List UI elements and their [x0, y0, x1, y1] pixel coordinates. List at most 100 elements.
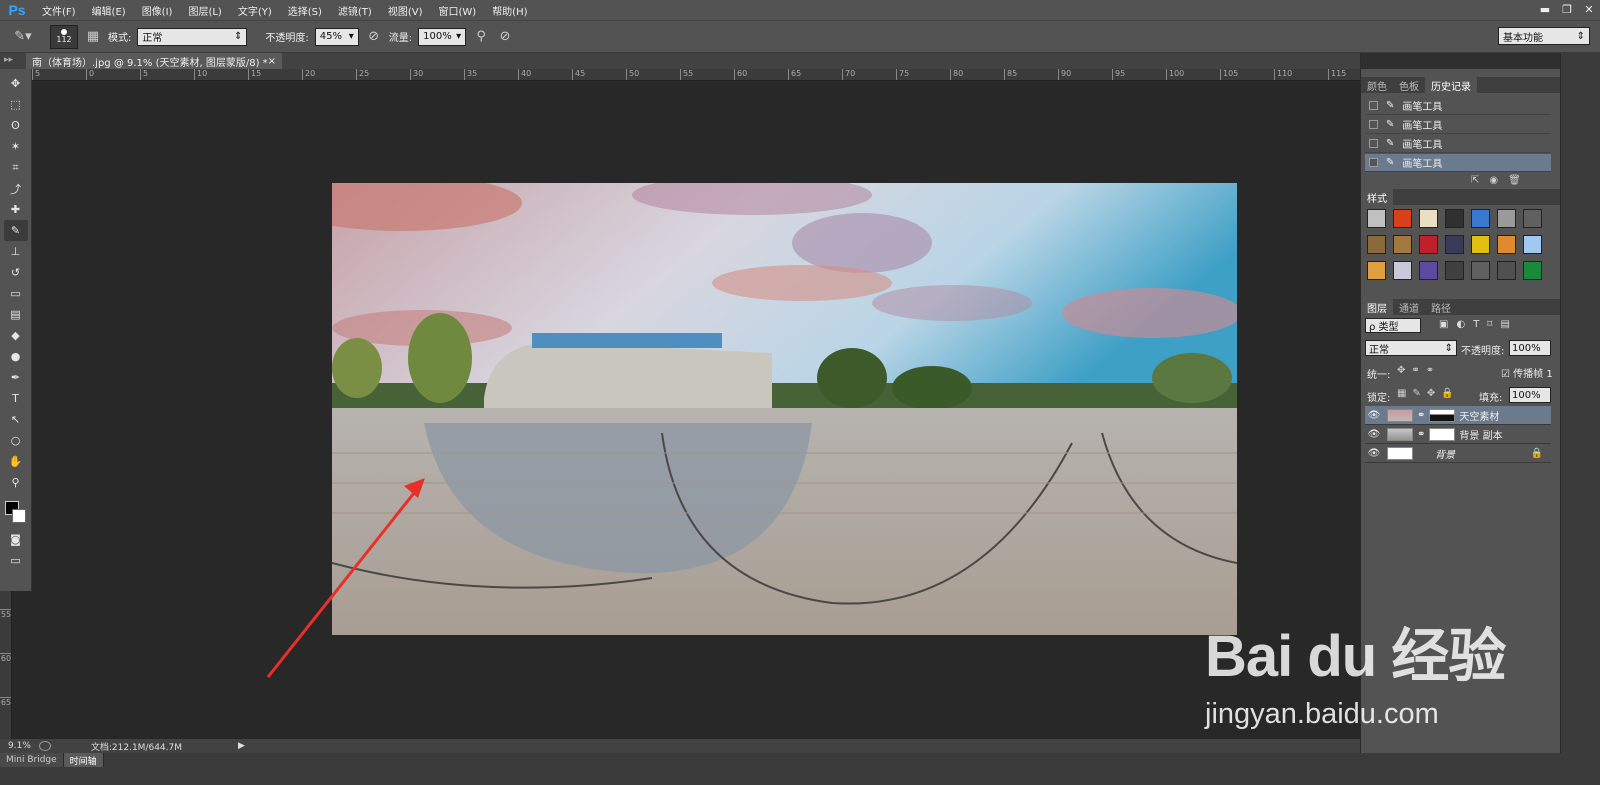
minimize-button[interactable]: ▬: [1534, 0, 1556, 18]
dodge-tool-icon[interactable]: ●: [4, 346, 28, 367]
history-item[interactable]: ✎ 画笔工具: [1365, 154, 1551, 172]
history-checkbox[interactable]: [1369, 101, 1378, 110]
style-swatch[interactable]: [1497, 261, 1516, 280]
style-swatch[interactable]: [1393, 261, 1412, 280]
blur-tool-icon[interactable]: ◆: [4, 325, 28, 346]
style-swatch[interactable]: [1523, 235, 1542, 254]
eye-icon[interactable]: 👁: [1365, 448, 1383, 459]
history-item[interactable]: ✎ 画笔工具: [1365, 97, 1551, 115]
menu-view[interactable]: 视图(V): [380, 3, 431, 18]
zoom-level[interactable]: 9.1%: [8, 741, 31, 751]
fill-field[interactable]: 100%: [1509, 387, 1551, 403]
style-swatch[interactable]: [1419, 209, 1438, 228]
shape-filter-icon[interactable]: ⌑: [1487, 319, 1492, 330]
menu-layer[interactable]: 图层(L): [180, 3, 229, 18]
menu-window[interactable]: 窗口(W): [430, 3, 484, 18]
camera-icon[interactable]: ◉: [1489, 175, 1498, 186]
pixel-filter-icon[interactable]: ▣: [1439, 319, 1448, 330]
restore-button[interactable]: ❐: [1556, 0, 1578, 18]
menu-edit[interactable]: 编辑(E): [84, 3, 134, 18]
shape-tool-icon[interactable]: ○: [4, 430, 28, 451]
airbrush-icon[interactable]: ⚲: [472, 28, 490, 46]
document-canvas[interactable]: [332, 183, 1237, 635]
style-swatch[interactable]: [1523, 261, 1542, 280]
tab-channels[interactable]: 通道: [1393, 299, 1425, 315]
brush-panel-toggle-icon[interactable]: ▦: [84, 28, 102, 46]
document-tab-close-icon[interactable]: ×: [268, 56, 276, 67]
pressure-size-icon[interactable]: ⊘: [496, 28, 514, 46]
style-swatch[interactable]: [1497, 209, 1516, 228]
new-doc-from-state-icon[interactable]: ⇱: [1471, 175, 1479, 186]
trash-icon[interactable]: 🗑: [1508, 175, 1521, 186]
tab-layers[interactable]: 图层: [1361, 299, 1393, 315]
magic-wand-tool-icon[interactable]: ✶: [4, 136, 28, 157]
style-swatch[interactable]: [1523, 209, 1542, 228]
style-swatch[interactable]: [1471, 261, 1490, 280]
flow-field[interactable]: 100% ▾: [418, 27, 467, 46]
tab-swatches[interactable]: 色板: [1393, 77, 1425, 93]
style-swatch[interactable]: [1393, 209, 1412, 228]
type-tool-icon[interactable]: T: [4, 388, 28, 409]
history-item[interactable]: ✎ 画笔工具: [1365, 116, 1551, 134]
brush-tool-icon[interactable]: ✎: [3, 220, 28, 241]
brush-preset-icon[interactable]: ✎▾: [14, 28, 32, 46]
smart-object-filter-icon[interactable]: ▤: [1500, 319, 1509, 330]
color-swatches[interactable]: [3, 499, 29, 529]
style-swatch[interactable]: [1367, 261, 1386, 280]
style-swatch[interactable]: [1445, 235, 1464, 254]
blend-mode-select[interactable]: 正常 ⇕: [1365, 340, 1457, 356]
menu-file[interactable]: 文件(F): [34, 3, 84, 18]
style-swatch[interactable]: [1471, 209, 1490, 228]
adjustment-filter-icon[interactable]: ◐: [1456, 319, 1465, 330]
background-color-swatch[interactable]: [11, 509, 26, 523]
eye-icon[interactable]: 👁: [1365, 429, 1383, 440]
pen-tool-icon[interactable]: ✒: [4, 367, 28, 388]
menu-type[interactable]: 文字(Y): [230, 3, 280, 18]
tab-paths[interactable]: 路径: [1425, 299, 1457, 315]
marquee-tool-icon[interactable]: ⬚: [4, 94, 28, 115]
propagate-frame-checkbox[interactable]: ☑ 传播帧 1: [1501, 365, 1553, 380]
menu-select[interactable]: 选择(S): [280, 3, 330, 18]
type-filter-icon[interactable]: T: [1473, 319, 1479, 330]
document-tab[interactable]: 南（体育场）.jpg @ 9.1% (天空素材, 图层蒙版/8) * ×: [26, 53, 282, 69]
history-item[interactable]: ✎ 画笔工具: [1365, 135, 1551, 153]
menu-image[interactable]: 图像(I): [134, 3, 181, 18]
stamp-tool-icon[interactable]: ⊥: [4, 241, 28, 262]
style-swatch[interactable]: [1419, 261, 1438, 280]
crop-tool-icon[interactable]: ⌗: [4, 157, 28, 178]
menu-filter[interactable]: 滤镜(T): [330, 3, 380, 18]
move-tool-icon[interactable]: ✥: [4, 73, 28, 94]
tab-history[interactable]: 历史记录: [1425, 77, 1477, 93]
lock-icons[interactable]: ▦✎✥🔒: [1397, 388, 1460, 399]
style-swatch[interactable]: [1497, 235, 1516, 254]
layer-mask-thumbnail[interactable]: [1429, 408, 1456, 422]
tab-mini-bridge[interactable]: Mini Bridge: [0, 753, 64, 767]
history-checkbox[interactable]: [1369, 120, 1378, 129]
layer-opacity-field[interactable]: 100%: [1509, 340, 1551, 356]
layer-kind-filter[interactable]: ρ 类型: [1365, 318, 1421, 333]
history-checkbox[interactable]: [1369, 158, 1378, 167]
history-checkbox[interactable]: [1369, 139, 1378, 148]
style-swatch[interactable]: [1393, 235, 1412, 254]
layer-row[interactable]: 👁 ⚭ 天空素材: [1365, 406, 1551, 425]
style-swatch[interactable]: [1471, 235, 1490, 254]
collapse-icon[interactable]: ▸▸: [4, 55, 13, 65]
gradient-tool-icon[interactable]: ▤: [4, 304, 28, 325]
pressure-opacity-icon[interactable]: ⊘: [365, 28, 383, 46]
style-swatch[interactable]: [1445, 209, 1464, 228]
mode-select[interactable]: 正常 ⇕: [137, 27, 248, 46]
history-brush-tool-icon[interactable]: ↺: [4, 262, 28, 283]
style-swatch[interactable]: [1419, 235, 1438, 254]
layer-row[interactable]: 👁 背景 🔒: [1365, 444, 1551, 463]
close-button[interactable]: ✕: [1578, 0, 1600, 18]
unify-icons[interactable]: ✥⚭⚭: [1397, 365, 1440, 376]
menu-help[interactable]: 帮助(H): [484, 3, 535, 18]
status-menu-arrow-icon[interactable]: ▶: [238, 741, 245, 751]
eraser-tool-icon[interactable]: ▭: [4, 283, 28, 304]
tab-color[interactable]: 颜色: [1361, 77, 1393, 93]
layer-row[interactable]: 👁 ⚭ 背景 副本: [1365, 425, 1551, 444]
path-select-tool-icon[interactable]: ↖: [4, 409, 28, 430]
hand-tool-icon[interactable]: ✋: [4, 451, 28, 472]
style-swatch[interactable]: [1367, 209, 1386, 228]
brush-size-picker[interactable]: 112: [50, 24, 78, 49]
